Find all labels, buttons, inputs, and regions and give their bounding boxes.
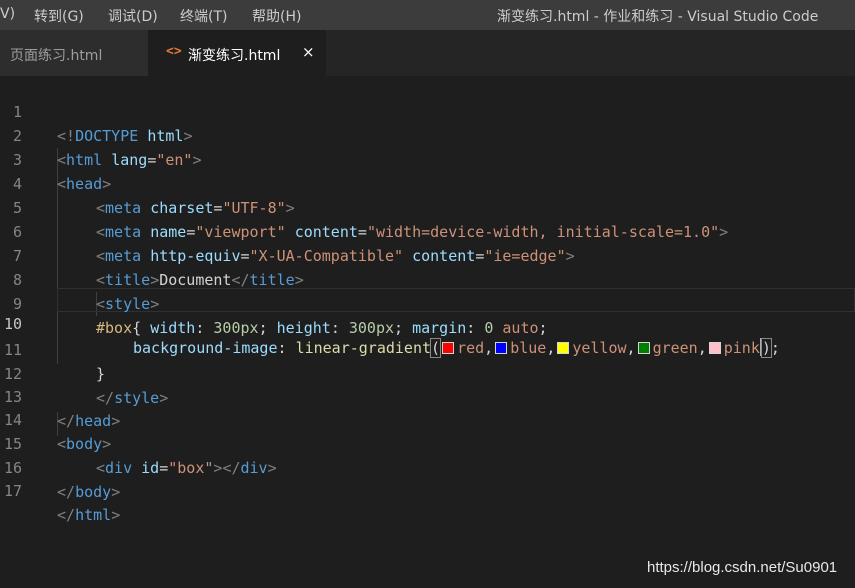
tab-gradient-practice[interactable]: <> 渐变练习.html × (148, 30, 326, 76)
window-title: 渐变练习.html - 作业和练习 - Visual Studio Code (497, 9, 819, 25)
menu-terminal[interactable]: 终端(T) (180, 6, 227, 26)
token: html (75, 506, 112, 524)
menu-bar: V) 转到(G) 调试(D) 终端(T) 帮助(H) 渐变练习.html - 作… (0, 0, 855, 30)
code-line: 7 <title>Document</title> (0, 220, 855, 289)
code-line: 1 <!DOCTYPE html> (0, 76, 855, 145)
menu-go[interactable]: 转到(G) (34, 6, 84, 26)
menu-debug[interactable]: 调试(D) (108, 6, 158, 26)
line-content: </html> (57, 503, 120, 527)
tab-page-practice[interactable]: › 页面练习.html (0, 30, 148, 76)
code-line: 10 background-image: linear-gradient(red… (0, 288, 855, 358)
code-line: 3 <head> (0, 124, 855, 193)
token: > (111, 483, 121, 501)
html-file-icon: › (0, 44, 2, 59)
code-line: 5 <meta name="viewport" content="width=d… (0, 172, 855, 241)
token: > (111, 506, 121, 524)
code-line: 12 </style> (0, 338, 855, 407)
tab-label: 渐变练习.html (188, 48, 281, 64)
token: </ (57, 483, 76, 501)
menu-view[interactable]: V) (0, 6, 15, 22)
code-line: 6 <meta http-equiv="X-UA-Compatible" con… (0, 196, 855, 265)
code-line: 13 </head> (0, 361, 855, 430)
token: body (75, 483, 112, 501)
code-editor[interactable]: 1 <!DOCTYPE html> 2 <html lang="en"> 3 <… (0, 76, 855, 588)
code-line: 15 <div id="box"></div> (0, 408, 855, 477)
close-tab-icon[interactable]: × (302, 43, 315, 61)
code-line: 8 <style> (0, 244, 855, 313)
code-line: 4 <meta charset="UTF-8"> (0, 148, 855, 217)
tab-label: 页面练习.html (10, 48, 103, 64)
menu-help[interactable]: 帮助(H) (252, 6, 301, 26)
tab-bar: › 页面练习.html <> 渐变练习.html × (0, 30, 855, 76)
line-content: </body> (57, 480, 120, 504)
html-file-icon: <> (166, 44, 182, 59)
token: </ (57, 506, 76, 524)
watermark-text: https://blog.csdn.net/Su0901 (647, 559, 838, 576)
code-line: 11 } (0, 314, 855, 383)
code-line: 2 <html lang="en"> (0, 100, 855, 169)
code-line: 16 </body> (0, 432, 855, 501)
code-line: 14 <body> (0, 384, 855, 453)
code-line: 17 </html> (0, 455, 855, 524)
line-number: 17 (3, 482, 22, 500)
